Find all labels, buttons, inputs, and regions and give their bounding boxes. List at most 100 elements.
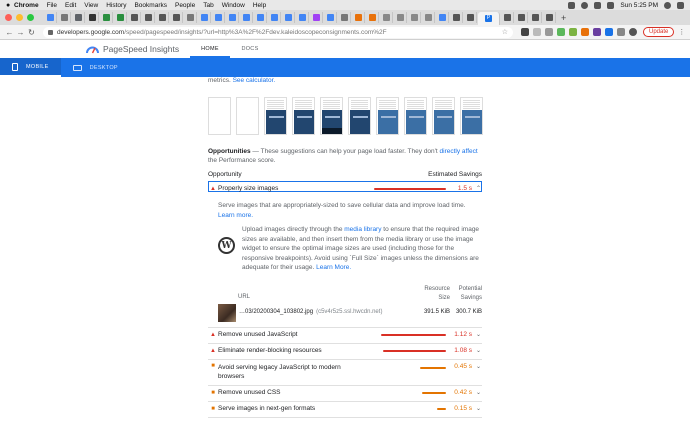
tab-desktop[interactable]: DESKTOP [61, 58, 130, 77]
browser-tab[interactable] [86, 12, 99, 23]
browser-tab[interactable] [338, 12, 351, 23]
extension-icon[interactable] [569, 28, 577, 36]
menu-tab[interactable]: Tab [203, 2, 213, 9]
more-menu-icon[interactable]: ⋮ [678, 28, 685, 36]
browser-tab[interactable] [58, 12, 71, 23]
chevron-down-icon[interactable]: ⌄ [476, 363, 481, 370]
tab-mobile[interactable]: MOBILE [0, 58, 61, 77]
audit-remove-unused-javascript[interactable]: ▲ Remove unused JavaScript 1.12 s ⌄ [208, 331, 482, 338]
browser-tab[interactable] [352, 12, 365, 23]
reload-icon[interactable]: ↻ [26, 28, 37, 37]
browser-tab[interactable] [464, 12, 477, 23]
browser-tab[interactable] [226, 12, 239, 23]
extension-icon[interactable] [605, 28, 613, 36]
menu-bookmarks[interactable]: Bookmarks [134, 2, 167, 9]
browser-tab[interactable] [212, 12, 225, 23]
desktop-icon [72, 64, 82, 71]
extension-icon[interactable] [533, 28, 541, 36]
learn-more-link[interactable]: Learn more. [218, 212, 253, 219]
clock[interactable]: Sun 5:25 PM [620, 2, 658, 9]
extension-icon[interactable] [521, 28, 529, 36]
menu-help[interactable]: Help [253, 2, 266, 9]
favicon-icon [503, 14, 511, 21]
browser-tab[interactable] [156, 12, 169, 23]
audit-eliminate-render-blocking[interactable]: ▲ Eliminate render-blocking resources 1.… [208, 347, 482, 354]
extension-icon[interactable] [557, 28, 565, 36]
browser-tab[interactable] [170, 12, 183, 23]
browser-tab[interactable] [296, 12, 309, 23]
chevron-down-icon[interactable]: ⌄ [476, 405, 481, 412]
puzzle-icon[interactable] [617, 28, 625, 36]
browser-tab[interactable] [501, 12, 514, 23]
browser-tab[interactable] [44, 12, 57, 23]
browser-tab[interactable] [184, 12, 197, 23]
browser-tab[interactable] [100, 12, 113, 23]
extension-icon[interactable] [581, 28, 589, 36]
tray-icon[interactable] [568, 1, 576, 9]
chevron-down-icon[interactable]: ⌄ [476, 389, 481, 396]
audit-next-gen-formats[interactable]: ■ Serve images in next-gen formats 0.15 … [208, 405, 482, 412]
browser-tab[interactable] [254, 12, 267, 23]
extension-icon[interactable] [545, 28, 553, 36]
browser-tab[interactable] [310, 12, 323, 23]
back-icon[interactable]: ← [4, 28, 15, 37]
browser-tab[interactable] [240, 12, 253, 23]
control-center-icon[interactable] [677, 1, 684, 9]
update-button[interactable]: Update [643, 27, 675, 37]
menu-history[interactable]: History [106, 2, 126, 9]
search-icon[interactable] [664, 1, 671, 9]
chevron-down-icon[interactable]: ⌄ [476, 347, 481, 354]
browser-tab[interactable] [422, 12, 435, 23]
chevron-up-icon[interactable]: ⌃ [476, 185, 481, 192]
forward-icon[interactable]: → [15, 28, 26, 37]
browser-tab[interactable] [72, 12, 85, 23]
apple-icon[interactable]: ● [6, 2, 14, 9]
browser-tab[interactable] [408, 12, 421, 23]
minimize-window-icon[interactable] [16, 14, 23, 21]
menu-file[interactable]: File [47, 2, 57, 9]
wifi-icon[interactable] [594, 1, 602, 9]
menu-view[interactable]: View [84, 2, 98, 9]
browser-tab-active[interactable]: P [478, 12, 500, 25]
resource-url[interactable]: …03/20200304_103802.jpg (c5v4r5z5.ssl.hwc… [239, 309, 382, 315]
browser-tab[interactable] [114, 12, 127, 23]
browser-tab[interactable] [394, 12, 407, 23]
see-calculator-link[interactable]: See calculator. [233, 77, 276, 84]
browser-tab[interactable] [282, 12, 295, 23]
browser-tab[interactable] [142, 12, 155, 23]
nav-home[interactable]: HOME [190, 40, 230, 58]
browser-tab[interactable] [515, 12, 528, 23]
directly-affect-link[interactable]: directly affect [440, 148, 478, 155]
close-window-icon[interactable] [5, 14, 12, 21]
address-bar[interactable]: developers.google.com/speed/pagespeed/in… [43, 26, 513, 38]
browser-tab[interactable] [324, 12, 337, 23]
nav-docs[interactable]: DOCS [230, 40, 270, 58]
browser-tab[interactable] [380, 12, 393, 23]
menu-app[interactable]: Chrome [14, 2, 39, 9]
new-tab-icon[interactable]: + [561, 13, 566, 23]
bookmark-star-icon[interactable]: ☆ [502, 28, 508, 36]
battery-icon[interactable] [607, 1, 615, 9]
extension-icon[interactable] [593, 28, 601, 36]
media-library-link[interactable]: media library [344, 226, 381, 233]
browser-tab[interactable] [268, 12, 281, 23]
browser-tab[interactable] [450, 12, 463, 23]
tray-icon[interactable] [581, 1, 589, 9]
audit-legacy-javascript[interactable]: ■ Avoid serving legacy JavaScript to mod… [208, 363, 482, 381]
menu-people[interactable]: People [175, 2, 195, 9]
menu-edit[interactable]: Edit [65, 2, 76, 9]
profile-avatar[interactable] [629, 28, 637, 36]
browser-tab[interactable] [436, 12, 449, 23]
browser-tab[interactable] [543, 12, 556, 23]
menu-window[interactable]: Window [222, 2, 245, 9]
browser-tab[interactable] [529, 12, 542, 23]
zoom-window-icon[interactable] [27, 14, 34, 21]
browser-tab[interactable] [128, 12, 141, 23]
audit-row-expanded[interactable]: ▲ Properly size images 1.5 s ⌃ [208, 185, 482, 192]
audit-remove-unused-css[interactable]: ■ Remove unused CSS 0.42 s ⌄ [208, 389, 482, 396]
chevron-down-icon[interactable]: ⌄ [476, 331, 481, 338]
col-opportunity: Opportunity [208, 171, 242, 178]
browser-tab[interactable] [366, 12, 379, 23]
wp-learn-more-link[interactable]: Learn More. [316, 264, 351, 271]
browser-tab[interactable] [198, 12, 211, 23]
